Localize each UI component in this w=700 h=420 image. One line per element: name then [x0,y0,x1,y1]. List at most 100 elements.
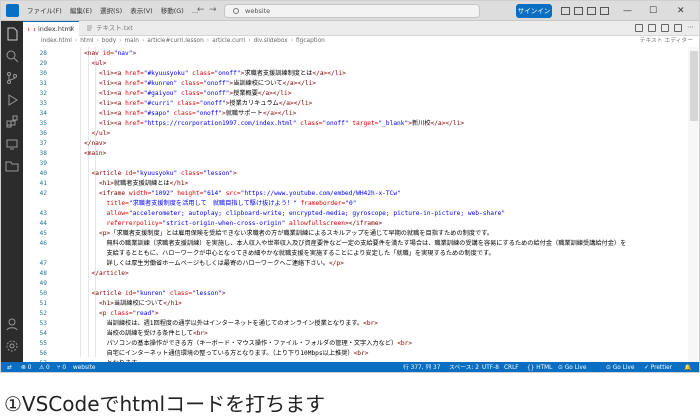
errors-count[interactable]: ⊗ 0 [21,362,31,372]
toggle-panel-icon[interactable] [574,7,583,15]
menu-file[interactable]: ファイル(F) [23,1,66,21]
gear-icon[interactable] [5,339,19,353]
code-line[interactable]: 36 </ul> [23,129,663,139]
code-line[interactable]: title="求職者支援制度を活用して 就職目指して駆け抜けよう！" frame… [23,199,663,209]
token-attr: allowfullscreen [285,220,345,227]
code-line[interactable]: 54 当校の訓練を受ける条件として<br> [23,329,663,339]
code-line[interactable]: 41 <h1>就職者支援訓練とは</h1> [23,179,663,189]
close-tab-icon[interactable]: × [69,22,75,37]
crumb-div-slidebox[interactable]: div.slidebox [254,36,288,47]
token-tag: </a></li> [430,120,465,127]
code-line[interactable]: 33 <li><a href="#curri" class="onoff">授業カ… [23,99,663,109]
toggle-secondary-sidebar-icon[interactable] [587,7,596,15]
prettier-status[interactable]: ✓ Prettier [644,362,672,372]
more-actions-icon[interactable]: ⋯ [687,24,695,32]
code-line[interactable]: 55 パソコンの基本操作ができる方（キーボード・マウス操作・ファイル・フォルダの管… [23,339,663,349]
remote-indicator-icon[interactable]: ⇄ [7,362,12,372]
source-control-icon[interactable] [5,71,19,85]
run-debug-icon[interactable] [5,93,19,107]
cursor-position[interactable]: 行 377, 列 37 [403,362,440,372]
crumb-file[interactable]: index.html [41,36,72,47]
customize-layout-icon[interactable] [600,7,609,15]
crumb-body[interactable]: body [102,36,116,47]
command-center-search[interactable]: website [224,4,480,18]
code-line[interactable]: 48 </article> [23,269,663,279]
code-line[interactable]: 43 allow="accelerometer; autoplay; clipbo… [23,209,663,219]
code-line[interactable]: 28 <nav id="nav"> [23,49,663,59]
code-line[interactable]: 53 当訓練校は、週1回程度の通学以外はインターネットを通じてのオンライン授業とな… [23,319,663,329]
token-txt: 支給するとともに、ハローワークが中心となってきめ細やかな就職支援を実施することに… [106,250,495,257]
maximize-icon[interactable]: ☐ [649,1,657,21]
token-tag: <br> [397,340,413,347]
file-encoding[interactable]: UTF-8 [482,362,499,372]
explorer-icon[interactable] [5,27,19,41]
bell-icon[interactable]: 🔔 [684,362,691,372]
code-line[interactable]: 支給するとともに、ハローワークが中心となってきめ細やかな就職支援を実施することに… [23,249,663,259]
open-browser-icon[interactable] [661,24,669,32]
code-line[interactable]: 52 <p class="read"> [23,309,663,319]
code-line[interactable]: 35 <li><a href="https://rcorporation1997.… [23,119,663,129]
code-line[interactable]: 46 無料の職業訓練（求職者支援訓練）を実施し、本人収入や世帯収入及び資産要件など… [23,239,663,249]
tab-label: index.html [38,25,73,33]
code-line[interactable]: 30 <li><a href="#kyuusyoku" class="onoff"… [23,69,663,79]
menu-selection[interactable]: 選択(S) [96,1,126,21]
code-line[interactable]: 47 詳しくは厚生労働省ホームページもしくは最寄のハローワークへご連絡下さい。</… [23,259,663,269]
code-text: referrerpolicy="strict-origin-when-cross… [107,219,383,229]
end-of-line[interactable]: CRLF [504,362,519,372]
code-line[interactable]: 51 <h1>当訓練校について</h1> [23,299,663,309]
code-line[interactable]: 31 <li><a href="#kunren" class="onoff">当訓… [23,79,663,89]
language-mode[interactable]: {} HTML [527,362,552,372]
crumb-article-curri[interactable]: article.curri [212,36,245,47]
code-line[interactable]: 34 <li><a href="#sapo" class="onoff">就職サポ… [23,109,663,119]
menu-view[interactable]: 表示(V) [126,1,157,21]
code-line[interactable]: 50 <article id="kunren" class="lesson"> [23,289,663,299]
workspace-folder[interactable]: website [73,362,95,372]
toggle-sidebar-icon[interactable] [561,7,570,15]
code-line[interactable]: 39 [23,159,663,169]
crumb-main[interactable]: main [124,36,138,47]
editor-type-label[interactable]: テキスト エディター [640,36,693,47]
remote-explorer-icon[interactable] [5,137,19,151]
code-line[interactable]: 45 <p>「求職者支援制度」とは雇用保険を受給できない求職者の方が職業訓練による… [23,229,663,239]
vscode-logo-icon [6,4,19,17]
code-line[interactable]: 32 <li><a href="#gaiyou" class="onoff">授業… [23,89,663,99]
code-line[interactable]: 56 自宅にインターネット通信環境の整っている方となります。（上り下り10Mbps… [23,349,663,359]
code-line[interactable]: 49 [23,279,663,289]
code-editor[interactable]: 28 <nav id="nav"> 29 <ul> 30 <li><a href="#ky… [23,47,699,362]
code-line[interactable]: 42 <iframe width="1092" height="614" src=… [23,189,663,199]
code-line[interactable]: 37 </nav> [23,139,663,149]
search-icon [233,8,239,14]
token-tag: </a></li> [312,70,346,77]
menu-go[interactable]: 移動(G) [157,1,188,21]
extensions-icon[interactable] [5,115,19,129]
close-window-icon[interactable]: ✕ [677,1,685,21]
vertical-scrollbar[interactable] [688,47,699,362]
code-line[interactable]: 44 referrerpolicy="strict-origin-when-cro… [23,219,663,229]
signin-button[interactable]: サインイン [516,4,552,18]
indent-spaces[interactable]: スペース: 2 [449,362,479,372]
folder-icon[interactable] [5,159,19,173]
code-line[interactable]: 29 <ul> [23,59,663,69]
forward-arrow-icon[interactable]: → [209,4,217,17]
search-icon[interactable] [5,49,19,63]
crumb-figcaption[interactable]: figcaption [296,36,325,47]
tab-text-txt[interactable]: テキスト.txt [81,21,143,36]
scrollbar-thumb[interactable] [690,51,698,121]
code-line[interactable]: 40 <article id="kyuusyoku" class="lesson"… [23,169,663,179]
crumb-article-curri-lesson[interactable]: article#curri.lesson [147,36,203,47]
account-icon[interactable] [5,317,19,331]
token-tag: <h1> [99,300,114,307]
warnings-count[interactable]: ⚠ 0 [39,362,50,372]
preview-icon[interactable] [648,24,656,32]
go-live-button-2[interactable]: ⊙ Go Live [606,362,634,372]
code-line[interactable]: 38 <main> [23,149,663,159]
go-live-button-1[interactable]: ⊙ Go Live [558,362,586,372]
split-editor-icon[interactable] [674,24,682,32]
menu-edit[interactable]: 編集(E) [66,1,96,21]
minimize-icon[interactable]: — [623,1,632,21]
crumb-html[interactable]: html [80,36,93,47]
tab-index-html[interactable]: index.html × [23,21,79,36]
ports-count[interactable]: ⑂ 0 [57,362,66,372]
back-arrow-icon[interactable]: ← [197,4,205,17]
print-icon[interactable] [635,24,643,32]
